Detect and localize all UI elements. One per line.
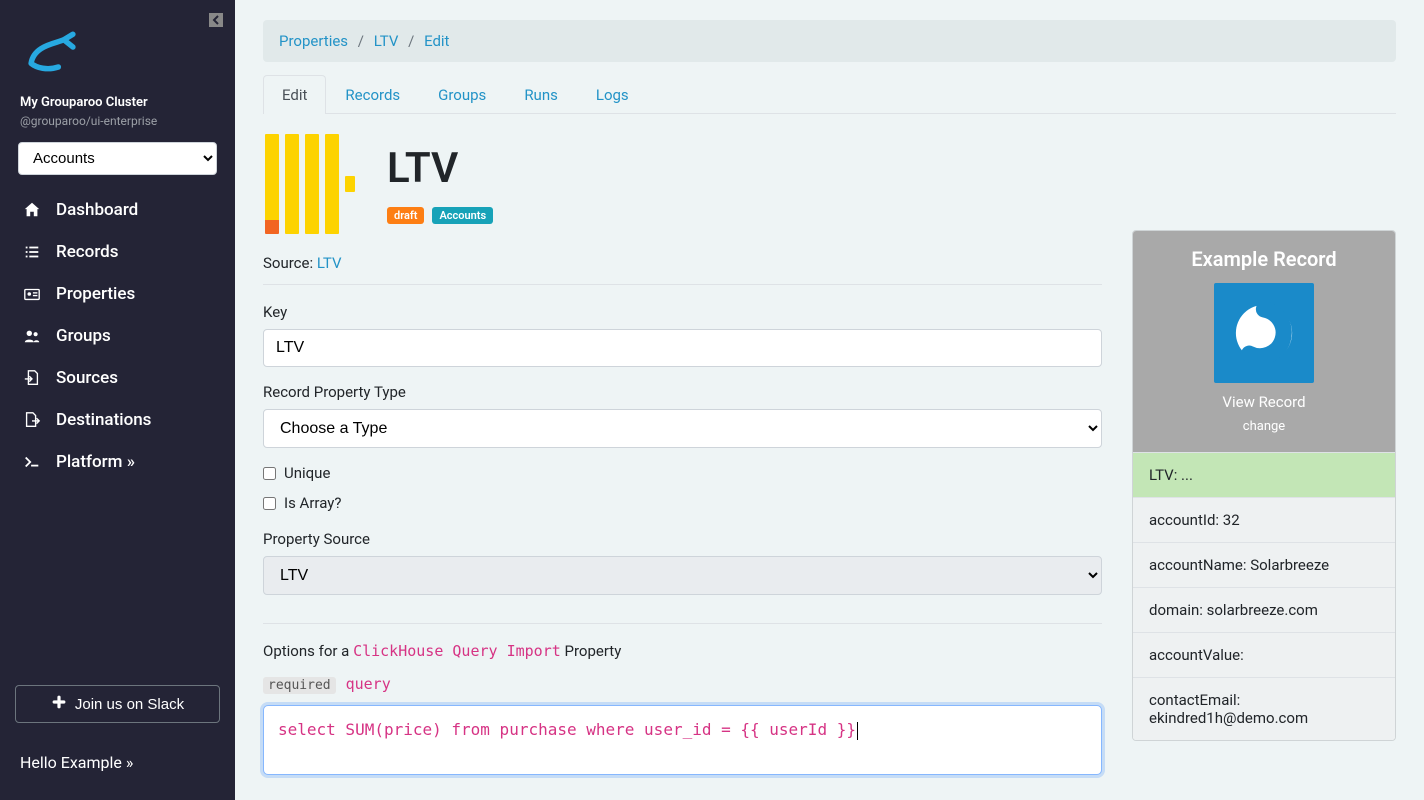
options-label: Options for a ClickHouse Query Import Pr… bbox=[263, 642, 1102, 660]
nav-label: Platform » bbox=[56, 452, 135, 472]
property-key: accountValue bbox=[1149, 646, 1240, 664]
property-row: accountName: Solarbreeze bbox=[1133, 542, 1395, 587]
terminal-icon bbox=[22, 453, 42, 471]
example-record-card: Example Record View Record change LTV: .… bbox=[1132, 230, 1396, 741]
nav-groups[interactable]: Groups bbox=[0, 315, 235, 357]
sidebar: My Grouparoo Cluster @grouparoo/ui-enter… bbox=[0, 0, 235, 800]
propsource-select[interactable]: LTV bbox=[263, 556, 1102, 595]
property-value: Solarbreeze bbox=[1250, 556, 1329, 574]
nav-properties[interactable]: Properties bbox=[0, 273, 235, 315]
nav-records[interactable]: Records bbox=[0, 231, 235, 273]
view-record-link[interactable]: View Record bbox=[1143, 393, 1385, 411]
tab-records[interactable]: Records bbox=[326, 75, 419, 114]
tab-runs[interactable]: Runs bbox=[505, 75, 577, 114]
nav-destinations[interactable]: Destinations bbox=[0, 399, 235, 441]
nav-dashboard[interactable]: Dashboard bbox=[0, 189, 235, 231]
nav-label: Destinations bbox=[56, 410, 151, 430]
property-key: accountName bbox=[1149, 556, 1243, 574]
isarray-label: Is Array? bbox=[284, 494, 341, 512]
property-type-icon bbox=[263, 134, 363, 234]
breadcrumb: Properties / LTV / Edit bbox=[263, 20, 1396, 62]
file-export-icon bbox=[22, 411, 42, 429]
id-card-icon bbox=[22, 285, 42, 303]
logo[interactable] bbox=[0, 12, 235, 89]
nav-label: Dashboard bbox=[56, 200, 138, 220]
isarray-checkbox[interactable] bbox=[263, 497, 276, 510]
home-icon bbox=[22, 201, 42, 219]
page-title: LTV bbox=[387, 144, 497, 193]
property-key: domain bbox=[1149, 601, 1199, 619]
change-link[interactable]: change bbox=[1243, 419, 1285, 434]
nav-label: Records bbox=[56, 242, 119, 262]
example-record-title: Example Record bbox=[1143, 247, 1385, 271]
key-input[interactable] bbox=[263, 329, 1102, 367]
type-label: Record Property Type bbox=[263, 383, 1102, 401]
users-icon bbox=[22, 327, 42, 345]
nav-label: Properties bbox=[56, 284, 135, 304]
nav-label: Sources bbox=[56, 368, 118, 388]
cluster-subtitle: @grouparoo/ui-enterprise bbox=[0, 114, 235, 128]
property-row: contactEmail: ekindred1h@demo.com bbox=[1133, 677, 1395, 740]
nav-list: Dashboard Records Properties Groups Sour… bbox=[0, 189, 235, 483]
property-value: ... bbox=[1181, 466, 1193, 484]
list-icon bbox=[22, 243, 42, 261]
tabs: Edit Records Groups Runs Logs bbox=[263, 74, 1396, 114]
sidebar-collapse-icon[interactable] bbox=[209, 12, 223, 31]
cursor-icon bbox=[857, 722, 858, 740]
main-content: Properties / LTV / Edit Edit Records Gro… bbox=[235, 0, 1424, 800]
model-select-wrapper: Accounts bbox=[18, 142, 217, 175]
property-row: accountValue: bbox=[1133, 632, 1395, 677]
breadcrumb-ltv[interactable]: LTV bbox=[374, 32, 399, 50]
query-editor[interactable]: select SUM(price) from purchase where us… bbox=[263, 705, 1102, 775]
model-select[interactable]: Accounts bbox=[18, 142, 217, 175]
query-label-row: required query bbox=[263, 674, 1102, 693]
avatar bbox=[1214, 283, 1314, 383]
propsource-label: Property Source bbox=[263, 530, 1102, 548]
property-key: accountId bbox=[1149, 511, 1215, 529]
tab-groups[interactable]: Groups bbox=[419, 75, 505, 114]
tab-logs[interactable]: Logs bbox=[577, 75, 648, 114]
type-select[interactable]: Choose a Type bbox=[263, 409, 1102, 448]
property-value: 32 bbox=[1223, 511, 1240, 529]
tab-edit[interactable]: Edit bbox=[263, 75, 326, 114]
property-value: ekindred1h@demo.com bbox=[1149, 709, 1308, 727]
property-row: domain: solarbreeze.com bbox=[1133, 587, 1395, 632]
status-badge-model: Accounts bbox=[432, 207, 493, 224]
required-badge: required bbox=[263, 677, 336, 694]
cluster-name: My Grouparoo Cluster bbox=[0, 95, 235, 110]
unique-label: Unique bbox=[284, 464, 330, 482]
slack-icon bbox=[51, 694, 67, 714]
breadcrumb-edit[interactable]: Edit bbox=[424, 32, 449, 50]
nav-sources[interactable]: Sources bbox=[0, 357, 235, 399]
nav-platform[interactable]: Platform » bbox=[0, 441, 235, 483]
query-label: query bbox=[346, 675, 391, 693]
file-import-icon bbox=[22, 369, 42, 387]
hello-user-link[interactable]: Hello Example » bbox=[0, 743, 235, 788]
property-row: LTV: ... bbox=[1133, 452, 1395, 497]
key-label: Key bbox=[263, 303, 1102, 321]
property-row: accountId: 32 bbox=[1133, 497, 1395, 542]
property-key: LTV bbox=[1149, 466, 1174, 484]
slack-label: Join us on Slack bbox=[75, 696, 184, 713]
unique-checkbox[interactable] bbox=[263, 467, 276, 480]
status-badge-draft: draft bbox=[387, 207, 424, 224]
source-line: Source: LTV bbox=[263, 254, 1102, 272]
property-key: contactEmail bbox=[1149, 691, 1237, 709]
slack-button[interactable]: Join us on Slack bbox=[15, 685, 220, 723]
property-value: solarbreeze.com bbox=[1207, 601, 1318, 619]
source-link[interactable]: LTV bbox=[317, 254, 342, 272]
breadcrumb-properties[interactable]: Properties bbox=[279, 32, 348, 50]
nav-label: Groups bbox=[56, 326, 111, 346]
